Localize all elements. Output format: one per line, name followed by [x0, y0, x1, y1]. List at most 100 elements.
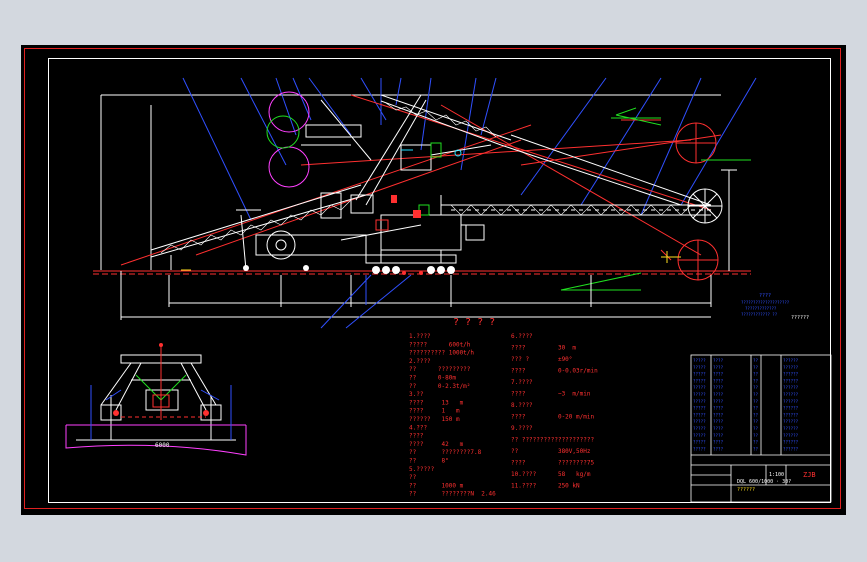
spec-line: ???? 30 m: [511, 345, 576, 352]
title-block-scale: 1:100: [769, 472, 784, 478]
spec-line: ?? 0-2.3t/m²: [409, 383, 470, 390]
spec-column-left: 1.????????? 600t/h ?????????? 1000t/h2.??…: [409, 333, 496, 498]
table-cell: ?????: [693, 365, 706, 370]
spec-line: 4.???: [409, 424, 427, 431]
table-cell: ?????: [693, 378, 706, 383]
spec-line: ???? 1 m: [409, 408, 460, 415]
spec-line: 11.???? 250 kN: [511, 483, 580, 490]
table-cell: ??????: [783, 440, 799, 445]
table-cell: ??: [753, 433, 759, 438]
spec-line: ?? 380V,50Hz: [511, 448, 591, 455]
parts-table-rows: ????????????????????????????????????????…: [693, 358, 799, 451]
table-cell: ?????: [693, 358, 706, 363]
spec-line: 7.????: [511, 379, 533, 386]
plan-dimension: 6000: [155, 442, 170, 449]
table-cell: ??????: [783, 426, 799, 431]
table-cell: ????: [713, 385, 724, 390]
table-cell: ?????: [693, 412, 706, 417]
table-cell: ????: [713, 426, 724, 431]
title-block-sub: ??????: [737, 487, 755, 493]
table-cell: ????: [713, 358, 724, 363]
table-cell: ??: [753, 412, 759, 417]
drawing-canvas: 6000 ???? ???????????????????? ?????????…: [65, 77, 832, 503]
spec-line: 8.????: [511, 402, 533, 409]
spec-line: ?? 1000 m: [409, 482, 464, 489]
svg-text:?????????????: ?????????????: [745, 306, 777, 311]
spec-line: ?????????? 1000t/h: [409, 350, 474, 357]
spec-line: ?? ????????????????????: [511, 437, 594, 444]
svg-text:??????: ??????: [791, 315, 809, 321]
table-cell: ?????: [693, 440, 706, 445]
spec-line: 10.???? 58 kg/m: [511, 471, 591, 478]
spec-line: 5.?????: [409, 466, 435, 473]
table-cell: ??????: [783, 365, 799, 370]
table-cell: ????: [713, 419, 724, 424]
table-cell: ????: [713, 446, 724, 451]
spec-line: ???? 42 m: [409, 441, 464, 448]
table-cell: ??????: [783, 392, 799, 397]
table-cell: ??????: [783, 385, 799, 390]
table-cell: ??: [753, 365, 759, 370]
title-block-drawing-no: DQL 600/1000 · 30?: [737, 479, 791, 485]
spec-line: ?????? 150 m: [409, 416, 460, 423]
table-cell: ????: [713, 392, 724, 397]
table-cell: ????: [713, 399, 724, 404]
spec-line: 9.????: [511, 425, 533, 432]
spec-line: ??? ? ±90°: [511, 356, 572, 363]
spec-line: 2.????: [409, 358, 431, 365]
svg-text:????: ????: [759, 293, 771, 299]
table-cell: ??: [753, 372, 759, 377]
main-elevation: [93, 77, 757, 329]
table-cell: ??: [753, 419, 759, 424]
legend-note: ???? ???????????????????? ????????????? …: [741, 293, 809, 321]
table-cell: ??: [753, 358, 759, 363]
table-cell: ??: [753, 392, 759, 397]
spec-line: ???? 13 m: [409, 399, 464, 406]
spec-line: ???? 0-0.03r/min: [511, 368, 598, 375]
spec-line: ???? ????????75: [511, 460, 594, 467]
spec-line: ????: [409, 433, 424, 440]
table-cell: ????: [713, 440, 724, 445]
cad-viewport[interactable]: 6000 ???? ???????????????????? ?????????…: [21, 45, 846, 515]
table-cell: ??: [753, 426, 759, 431]
table-cell: ??????: [783, 399, 799, 404]
table-cell: ??????: [783, 433, 799, 438]
table-cell: ?????: [693, 446, 706, 451]
spec-heading: ? ? ? ?: [453, 317, 495, 328]
spec-line: ??: [409, 474, 417, 481]
table-cell: ????: [713, 433, 724, 438]
cross-section-view: [65, 343, 247, 456]
spec-line: 6.????: [511, 333, 533, 340]
table-cell: ?????: [693, 392, 706, 397]
spec-line: ?? 0-80m: [409, 375, 456, 382]
table-cell: ??: [753, 378, 759, 383]
table-cell: ??????: [783, 412, 799, 417]
table-cell: ??: [753, 385, 759, 390]
table-cell: ?????: [693, 372, 706, 377]
table-cell: ??: [753, 446, 759, 451]
table-cell: ?????: [693, 406, 706, 411]
table-cell: ??: [753, 406, 759, 411]
spec-line: 3.??: [409, 391, 424, 398]
table-cell: ?????: [693, 399, 706, 404]
table-cell: ??: [753, 399, 759, 404]
table-cell: ??????: [783, 406, 799, 411]
spec-line: ?? ????????N 2.46: [409, 491, 496, 498]
spec-line: ?? ?????????: [409, 366, 471, 373]
table-cell: ??????: [783, 358, 799, 363]
table-cell: ?????: [693, 426, 706, 431]
table-cell: ????: [713, 378, 724, 383]
spec-column-right: 6.???? ???? 30 m ??? ? ±90° ???? 0-0.03r/mi…: [511, 333, 598, 490]
title-block-mark: ZJB: [803, 471, 816, 479]
table-cell: ?????: [693, 385, 706, 390]
table-cell: ?????: [693, 419, 706, 424]
table-cell: ????: [713, 412, 724, 417]
spec-line: ?? 8°: [409, 458, 449, 465]
spec-line: ?? ????????7.8: [409, 449, 482, 456]
spec-line: ????? 600t/h: [409, 341, 471, 348]
table-cell: ??: [753, 440, 759, 445]
table-cell: ??????: [783, 419, 799, 424]
spec-line: ???? ~3 m/min: [511, 391, 591, 398]
svg-text:???????????? ??: ???????????? ??: [741, 312, 778, 317]
table-cell: ?????: [693, 433, 706, 438]
